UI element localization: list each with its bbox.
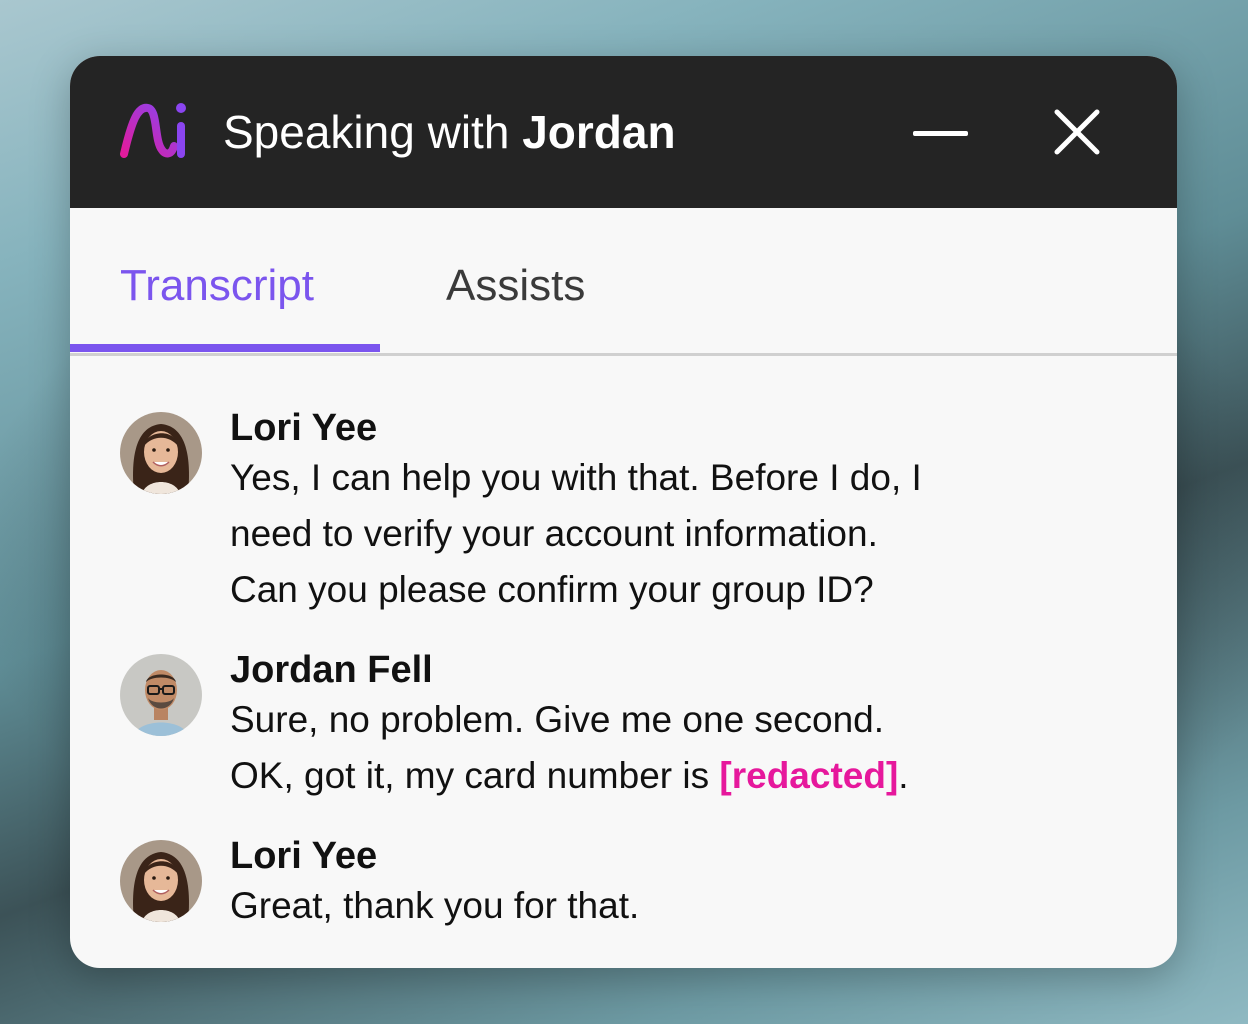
message-body: Lori Yee Great, thank you for that. — [230, 835, 1090, 934]
message-text: Great, thank you for that. — [230, 878, 1090, 934]
message-line: Can you please confirm your group ID? — [230, 569, 874, 610]
message-line: Sure, no problem. Give me one second. — [230, 699, 885, 740]
minimize-icon — [913, 131, 968, 136]
message-line: Great, thank you for that. — [230, 885, 640, 926]
message-line-end: . — [898, 755, 909, 796]
message-line: OK, got it, my card number is [redacted]… — [230, 748, 1090, 804]
title-bar: Speaking with Jordan — [70, 56, 1177, 208]
close-button[interactable] — [1045, 100, 1109, 164]
title-caller-name: Jordan — [522, 106, 676, 158]
redacted-token: [redacted] — [719, 755, 899, 796]
message-text: Yes, I can help you with that. Before I … — [230, 450, 1090, 618]
close-icon — [1054, 109, 1100, 155]
window-title: Speaking with Jordan — [223, 106, 676, 158]
message-line-text: OK, got it, my card number is — [230, 755, 720, 796]
message-line: Yes, I can help you with that. Before I … — [230, 457, 922, 498]
message-text: Sure, no problem. Give me one second. OK… — [230, 692, 1090, 804]
tab-bar: Transcript Assists — [70, 208, 1177, 356]
minimize-button[interactable] — [908, 100, 972, 164]
call-assistant-window: Speaking with Jordan Transcript Assists — [70, 56, 1177, 968]
tab-assists[interactable]: Assists — [446, 260, 585, 312]
title-prefix: Speaking with — [223, 106, 523, 158]
ai-logo-icon — [120, 103, 186, 158]
active-tab-indicator — [70, 344, 380, 352]
message-body: Jordan Fell Sure, no problem. Give me on… — [230, 649, 1090, 804]
message-sender: Lori Yee — [230, 407, 378, 449]
message-body: Lori Yee Yes, I can help you with that. … — [230, 407, 1090, 618]
woman-avatar — [120, 840, 202, 922]
tab-transcript[interactable]: Transcript — [120, 260, 314, 312]
message-sender: Jordan Fell — [230, 649, 433, 691]
woman-avatar — [120, 412, 202, 494]
message-sender: Lori Yee — [230, 835, 378, 877]
message-line: need to verify your account information. — [230, 513, 878, 554]
man-avatar — [120, 654, 202, 736]
